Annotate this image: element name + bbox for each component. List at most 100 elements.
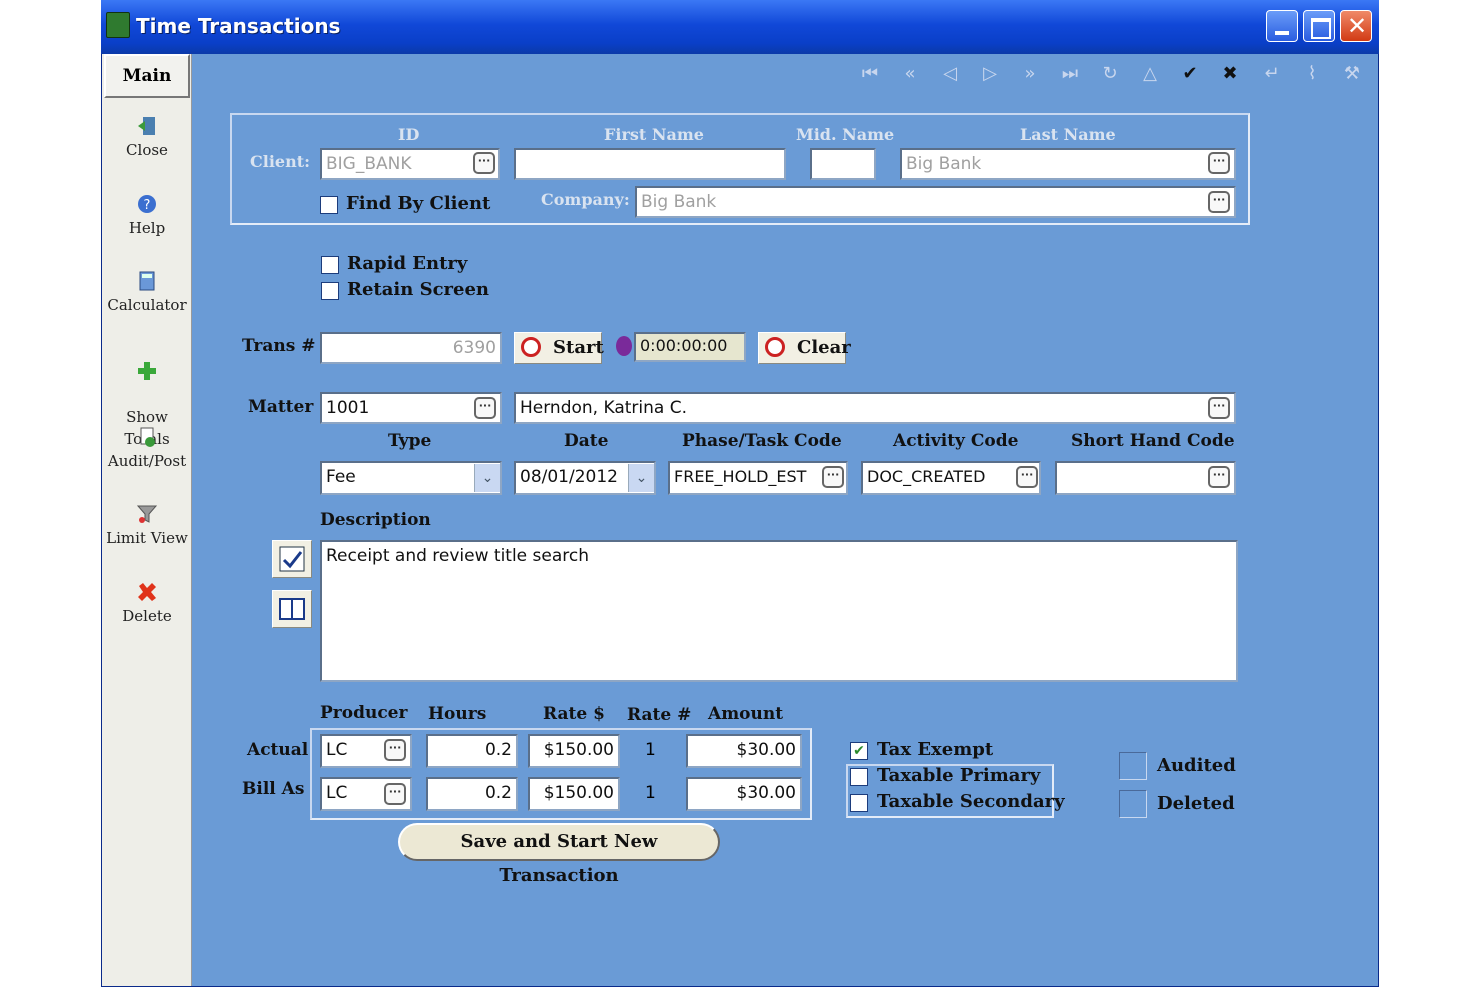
amount-header: Amount [708, 704, 784, 724]
deleted-label: Deleted [1157, 793, 1235, 814]
taxable-secondary-checkbox[interactable] [850, 794, 868, 812]
minimize-icon [1275, 31, 1289, 35]
first-record-icon[interactable]: ⏮ [858, 62, 882, 86]
check-icon[interactable]: ✔ [1178, 62, 1202, 86]
bill-producer-lookup-button[interactable]: ··· [384, 783, 406, 805]
taxable-secondary-label: Taxable Secondary [877, 791, 1065, 812]
producer-header: Producer [320, 703, 408, 723]
timer-display: 0:00:00:00 [634, 332, 746, 362]
last-name-lookup-button[interactable]: ··· [1208, 152, 1230, 174]
description-label: Description [320, 510, 431, 530]
audited-label: Audited [1157, 755, 1236, 776]
start-timer-button[interactable]: Start [514, 332, 604, 364]
bill-hours-field[interactable]: 0.2 [426, 777, 518, 811]
phase-header: Phase/Task Code [682, 431, 842, 451]
sidebar-item-close[interactable]: Close [102, 115, 192, 161]
activity-code-field[interactable]: DOC_CREATED [861, 461, 1041, 495]
company-field[interactable]: Big Bank [635, 186, 1236, 218]
tools-icon[interactable]: ⚒ [1340, 62, 1364, 86]
sidebar-item-delete[interactable]: Delete [102, 581, 192, 627]
matter-name-field[interactable]: Herndon, Katrina C. [514, 392, 1236, 424]
last-name-header: Last Name [1020, 125, 1116, 144]
maximize-icon [1311, 18, 1331, 39]
phase-code-lookup-button[interactable]: ··· [822, 466, 844, 488]
prev-record-icon[interactable]: ◁ [938, 62, 962, 86]
plus-icon [138, 362, 156, 380]
up-icon[interactable]: △ [1138, 62, 1162, 86]
actual-amount-field[interactable]: $30.00 [686, 734, 802, 768]
minimize-button[interactable] [1266, 10, 1298, 42]
mid-name-header: Mid. Name [796, 125, 895, 144]
client-id-lookup-button[interactable]: ··· [473, 152, 495, 174]
actual-hours-field[interactable]: 0.2 [426, 734, 518, 768]
tax-exempt-label: Tax Exempt [877, 739, 994, 760]
next-page-icon[interactable]: » [1018, 62, 1042, 86]
sidebar-item-label: Delete [122, 607, 172, 625]
last-record-icon[interactable]: ⏭ [1058, 62, 1082, 86]
find-by-client-checkbox[interactable] [320, 196, 338, 214]
taxable-primary-checkbox[interactable] [850, 768, 868, 786]
type-dropdown-arrow[interactable]: ⌄ [474, 464, 500, 492]
close-door-icon [138, 117, 155, 135]
actual-label: Actual [247, 740, 309, 760]
close-window-button[interactable]: ✕ [1340, 10, 1372, 42]
delete-x-icon [138, 583, 156, 601]
next-record-icon[interactable]: ▷ [978, 62, 1002, 86]
taxable-primary-label: Taxable Primary [877, 765, 1041, 786]
actual-rate-field[interactable]: $150.00 [528, 734, 620, 768]
type-header: Type [388, 431, 432, 451]
retain-screen-checkbox[interactable] [321, 282, 339, 300]
deleted-checkbox[interactable] [1119, 790, 1147, 818]
bill-amount-field[interactable]: $30.00 [686, 777, 802, 811]
trans-number-field[interactable]: 6390 [320, 332, 502, 364]
phase-code-field[interactable]: FREE_HOLD_EST [668, 461, 848, 495]
first-name-header: First Name [604, 125, 704, 144]
sidebar-item-label: Close [126, 141, 168, 159]
sidebar-item-label: Help [128, 219, 166, 237]
dictionary-button[interactable] [272, 590, 312, 628]
clear-timer-button[interactable]: Clear [758, 332, 851, 364]
matter-lookup-button[interactable]: ··· [474, 397, 496, 419]
tab-main[interactable]: Main [104, 54, 190, 98]
spellcheck-icon [279, 546, 305, 572]
sidebar-item-audit-post[interactable]: Audit/Post [102, 426, 192, 472]
rapid-entry-label: Rapid Entry [347, 253, 468, 274]
save-and-new-button[interactable]: Save and Start New Transaction [398, 823, 720, 886]
attach-icon[interactable]: ⌇ [1300, 62, 1324, 86]
actual-producer-lookup-button[interactable]: ··· [384, 739, 406, 761]
shorthand-lookup-button[interactable]: ··· [1208, 466, 1230, 488]
refresh-icon[interactable]: ↻ [1098, 62, 1122, 86]
help-icon: ? [138, 195, 156, 213]
mid-name-field[interactable] [810, 148, 876, 180]
bill-rate-num: 1 [645, 783, 656, 803]
first-name-field[interactable] [514, 148, 786, 180]
rapid-entry-checkbox[interactable] [321, 256, 339, 274]
prev-page-icon[interactable]: « [898, 62, 922, 86]
undo-icon[interactable]: ↵ [1260, 62, 1284, 86]
date-header: Date [564, 431, 609, 451]
sidebar-item-label: Audit/Post [107, 452, 187, 470]
description-textarea[interactable]: Receipt and review title search [320, 540, 1238, 682]
date-dropdown-arrow[interactable]: ⌄ [628, 464, 654, 492]
last-name-field[interactable]: Big Bank [900, 148, 1236, 180]
tax-exempt-checkbox[interactable]: ✔ [850, 742, 868, 760]
audited-checkbox[interactable] [1119, 752, 1147, 780]
audit-icon [140, 427, 155, 447]
cancel-icon[interactable]: ✖ [1218, 62, 1242, 86]
sidebar-item-help[interactable]: ? Help [102, 193, 192, 239]
book-icon [279, 598, 305, 620]
filter-icon [136, 505, 158, 523]
matter-name-lookup-button[interactable]: ··· [1208, 397, 1230, 419]
calculator-icon [139, 271, 155, 291]
activity-header: Activity Code [893, 431, 1019, 451]
company-lookup-button[interactable]: ··· [1208, 191, 1230, 213]
close-icon: ✕ [1346, 12, 1368, 40]
sidebar-item-calculator[interactable]: Calculator [102, 270, 192, 316]
maximize-button[interactable] [1303, 10, 1335, 42]
rate-num-header: Rate # [627, 705, 692, 725]
stopwatch-icon [521, 337, 541, 357]
sidebar-item-limit-view[interactable]: Limit View [102, 503, 192, 549]
spellcheck-button[interactable] [272, 540, 312, 578]
activity-code-lookup-button[interactable]: ··· [1016, 466, 1038, 488]
bill-rate-field[interactable]: $150.00 [528, 777, 620, 811]
